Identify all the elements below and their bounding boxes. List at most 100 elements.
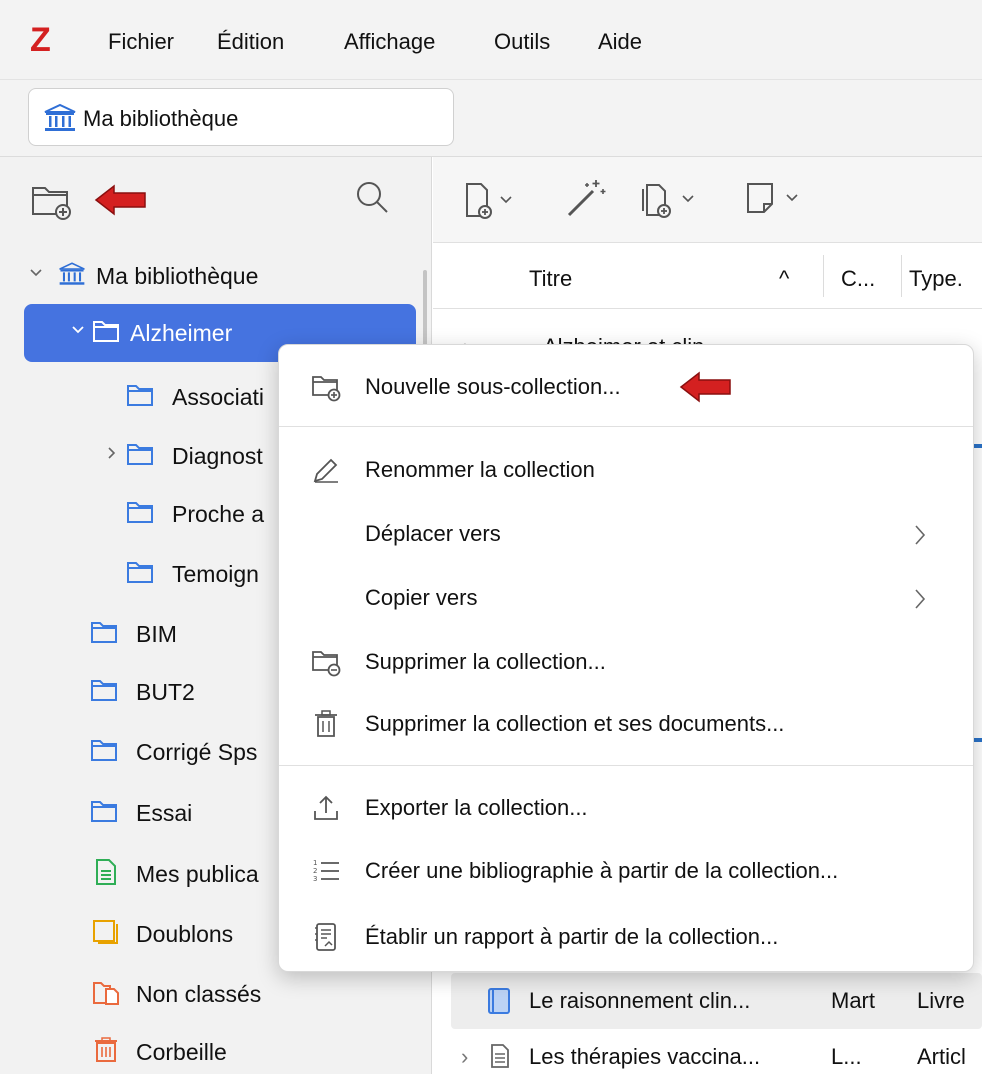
- menu-item-new-subcollection[interactable]: Nouvelle sous-collection...: [287, 359, 967, 415]
- table-row[interactable]: › Les thérapies vaccina... L... Articl: [451, 1029, 982, 1074]
- menu-separator: [279, 426, 973, 427]
- menu-item-delete-collection[interactable]: Supprimer la collection...: [287, 634, 967, 690]
- menu-separator: [279, 765, 973, 766]
- item-type: Livre: [917, 988, 965, 1013]
- column-separator[interactable]: [901, 255, 902, 297]
- menu-item-label: Copier vers: [365, 585, 478, 610]
- sort-ascending-icon[interactable]: ^: [779, 265, 789, 293]
- items-column-header: Titre ^ C... Type.: [433, 243, 982, 309]
- svg-text:3: 3: [313, 875, 317, 883]
- library-icon: [44, 103, 76, 131]
- tree-item-label: BIM: [136, 621, 177, 647]
- magic-wand-icon[interactable]: [563, 177, 607, 221]
- menu-outils[interactable]: Outils: [494, 28, 550, 56]
- table-row[interactable]: Le raisonnement clin... Mart Livre: [451, 973, 982, 1029]
- search-icon[interactable]: [354, 179, 390, 215]
- menu-item-create-bibliography[interactable]: 1 2 3 Créer une bibliographie à partir d…: [287, 843, 967, 899]
- folder-icon: [91, 740, 117, 761]
- menu-item-generate-report[interactable]: Établir un rapport à partir de la collec…: [287, 909, 967, 965]
- new-note-icon[interactable]: [743, 179, 809, 221]
- pencil-icon: [313, 458, 338, 483]
- svg-text:2: 2: [313, 867, 317, 875]
- export-icon: [314, 795, 338, 820]
- tree-item-label: BUT2: [136, 679, 195, 705]
- tree-item-label: Proche a: [172, 501, 265, 527]
- chevron-right-icon: [915, 589, 926, 609]
- collection-context-menu: Nouvelle sous-collection... Renommer la …: [278, 344, 974, 972]
- tree-item-label: Ma bibliothèque: [96, 263, 259, 289]
- trash-icon: [315, 710, 337, 737]
- trash-icon: [95, 1037, 117, 1062]
- menu-item-label: Créer une bibliographie à partir de la c…: [365, 858, 839, 883]
- menu-item-label: Nouvelle sous-collection...: [365, 374, 621, 399]
- column-separator[interactable]: [823, 255, 824, 297]
- tree-item-label: Non classés: [136, 981, 262, 1007]
- item-type: Articl: [917, 1044, 966, 1069]
- red-arrow-icon: [94, 184, 146, 216]
- folder-icon: [91, 622, 117, 643]
- folder-icon: [127, 502, 153, 523]
- tree-item-label: Alzheimer: [130, 320, 233, 346]
- red-arrow-icon: [679, 371, 731, 403]
- svg-text:1: 1: [313, 859, 317, 867]
- menu-item-copy-to[interactable]: Copier vers: [287, 570, 967, 626]
- menu-item-rename[interactable]: Renommer la collection: [287, 442, 967, 498]
- duplicates-icon: [93, 920, 118, 944]
- folder-minus-icon: [312, 651, 341, 677]
- menu-item-label: Établir un rapport à partir de la collec…: [365, 924, 779, 949]
- item-creator: L...: [831, 1044, 862, 1069]
- column-type[interactable]: Type.: [909, 265, 963, 293]
- menu-bar: Z Fichier Édition Affichage Outils Aide: [0, 0, 982, 80]
- menu-item-move-to[interactable]: Déplacer vers: [287, 506, 967, 562]
- add-attachment-icon[interactable]: [639, 179, 709, 221]
- menu-fichier[interactable]: Fichier: [108, 28, 174, 56]
- chevron-right-icon[interactable]: ›: [461, 1043, 468, 1071]
- menu-item-label: Exporter la collection...: [365, 795, 588, 820]
- folder-icon: [127, 444, 153, 465]
- folder-icon: [127, 385, 153, 406]
- folder-icon: [91, 801, 117, 822]
- menu-item-export[interactable]: Exporter la collection...: [287, 780, 967, 836]
- folder-plus-icon[interactable]: [30, 181, 74, 221]
- menu-item-label: Renommer la collection: [365, 457, 595, 482]
- numbered-list-icon: 1 2 3: [313, 859, 339, 883]
- tree-item-trash[interactable]: Corbeille: [24, 1023, 416, 1074]
- report-icon: [315, 923, 336, 951]
- tab-library-label: Ma bibliothèque: [83, 106, 239, 131]
- tree-item-label: Temoign: [172, 561, 259, 587]
- menu-edition[interactable]: Édition: [217, 28, 284, 56]
- column-creator[interactable]: C...: [841, 265, 875, 293]
- item-title: Les thérapies vaccina...: [529, 1044, 761, 1069]
- zotero-logo: Z: [30, 21, 51, 59]
- tree-item-label: Associati: [172, 384, 265, 410]
- unfiled-icon: [93, 982, 119, 1005]
- menu-item-label: Supprimer la collection...: [365, 649, 606, 674]
- item-creator: Mart: [831, 988, 875, 1013]
- tree-item-label: Diagnost: [172, 443, 263, 469]
- chevron-right-icon: [915, 525, 926, 545]
- chevron-down-icon[interactable]: [28, 265, 44, 281]
- chevron-right-icon[interactable]: [104, 445, 120, 461]
- menu-item-delete-collection-and-items[interactable]: Supprimer la collection et ses documents…: [287, 696, 967, 752]
- tree-item-my-library[interactable]: Ma bibliothèque: [24, 247, 416, 305]
- item-title: Le raisonnement clin...: [529, 988, 751, 1013]
- folder-icon: [93, 321, 119, 342]
- new-item-icon[interactable]: [463, 181, 521, 221]
- folder-icon: [127, 562, 153, 583]
- items-toolbar: [433, 157, 982, 243]
- tree-item-label: Doublons: [136, 921, 234, 947]
- menu-item-label: Supprimer la collection et ses documents…: [365, 711, 785, 736]
- menu-affichage[interactable]: Affichage: [344, 28, 435, 56]
- article-icon: [491, 1044, 509, 1068]
- my-publications-icon: [96, 859, 116, 885]
- tree-item-unfiled[interactable]: Non classés: [24, 965, 416, 1023]
- folder-plus-icon: [312, 376, 341, 402]
- menu-aide[interactable]: Aide: [598, 28, 642, 56]
- chevron-down-icon[interactable]: [70, 322, 86, 338]
- library-icon: [59, 262, 85, 285]
- tree-item-label: Corrigé Sps: [136, 739, 258, 765]
- tab-library[interactable]: Ma bibliothèque: [28, 88, 454, 146]
- column-title[interactable]: Titre: [529, 265, 572, 293]
- tree-item-label: Corbeille: [136, 1039, 227, 1065]
- tab-bar: Ma bibliothèque: [0, 80, 982, 157]
